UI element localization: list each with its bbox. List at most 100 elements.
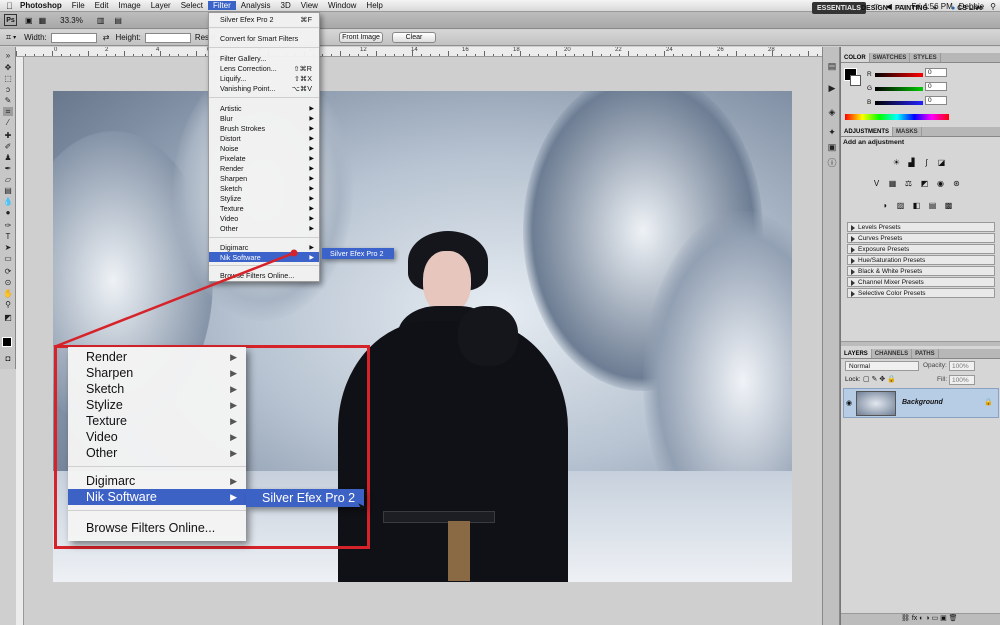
lens-correction-item[interactable]: Lens Correction... ⇧⌘R	[209, 63, 319, 73]
3d-rotate-tool-icon[interactable]: ⟳	[3, 267, 13, 276]
tab-swatches[interactable]: SWATCHES	[870, 53, 911, 62]
preset-hue-saturation[interactable]: Hue/Saturation Presets	[847, 255, 995, 265]
marquee-tool-icon[interactable]: ⬚	[3, 74, 13, 83]
type-tool-icon[interactable]: T	[3, 232, 13, 241]
layer-name[interactable]: Background	[902, 399, 943, 406]
zoom-item-other[interactable]: Other ▶	[68, 445, 246, 461]
eraser-tool-icon[interactable]: ▱	[3, 175, 13, 184]
hand-tool-icon[interactable]: ✋	[3, 289, 13, 298]
tab-color[interactable]: COLOR	[841, 53, 870, 62]
screen-mode-icon[interactable]: ▤	[114, 16, 122, 25]
exposure-icon[interactable]: ◪	[936, 157, 947, 167]
filter-group-distort[interactable]: Distort ▶	[209, 133, 319, 143]
filter-group-blur[interactable]: Blur ▶	[209, 113, 319, 123]
gradient-map-icon[interactable]: ▤	[927, 200, 938, 210]
vibrance-icon[interactable]: V	[871, 178, 882, 188]
brightness-contrast-icon[interactable]: ☀	[891, 157, 902, 167]
tool-preset-arrow[interactable]: ▾	[13, 34, 16, 41]
threshold-icon[interactable]: ◧	[911, 200, 922, 210]
clone-source-icon[interactable]: ▣	[827, 142, 837, 152]
history-panel-icon[interactable]: ▤	[827, 61, 837, 71]
filter-group-sharpen[interactable]: Sharpen ▶	[209, 173, 319, 183]
quick-mask-icon[interactable]: ◘	[3, 354, 13, 363]
eyedropper-tool-icon[interactable]: ⁄	[3, 118, 13, 127]
move-tool-icon[interactable]: ✥	[3, 63, 13, 72]
menu-3d[interactable]: 3D	[276, 1, 296, 10]
menu-window[interactable]: Window	[323, 1, 361, 10]
zoom-item-video[interactable]: Video ▶	[68, 429, 246, 445]
preset-exposure[interactable]: Exposure Presets	[847, 244, 995, 254]
menu-view[interactable]: View	[296, 1, 323, 10]
filter-group-brush-strokes[interactable]: Brush Strokes ▶	[209, 123, 319, 133]
bridge-icon[interactable]: ▣	[25, 16, 33, 25]
tab-channels[interactable]: CHANNELS	[872, 349, 913, 358]
swap-icon[interactable]: ⇄	[103, 33, 110, 42]
3d-orbit-tool-icon[interactable]: ⊙	[3, 278, 13, 287]
apple-icon[interactable]: 	[6, 1, 13, 11]
black-white-icon[interactable]: ◩	[919, 178, 930, 188]
preset-levels[interactable]: Levels Presets	[847, 222, 995, 232]
info-panel-icon[interactable]: ⓘ	[827, 157, 837, 168]
shape-tool-icon[interactable]: ▭	[3, 254, 13, 263]
panel-collapse-icon[interactable]: »	[3, 51, 13, 60]
opacity-field[interactable]: 100%	[949, 361, 975, 371]
crop-tool-icon[interactable]: ⌗	[6, 32, 11, 43]
menu-layer[interactable]: Layer	[146, 1, 176, 10]
zoom-item-browse-filters[interactable]: Browse Filters Online...	[68, 520, 246, 536]
posterize-icon[interactable]: ▨	[895, 200, 906, 210]
actions-panel-icon[interactable]: ▶	[827, 83, 837, 93]
menu-analysis[interactable]: Analysis	[236, 1, 276, 10]
workspace-more[interactable]: »	[928, 2, 942, 14]
red-value-field[interactable]: 0	[925, 68, 947, 77]
layer-row-background[interactable]: ◉ Background 🔒	[843, 388, 999, 418]
mini-bridge-icon[interactable]: ▦	[39, 16, 47, 25]
tab-styles[interactable]: STYLES	[910, 53, 941, 62]
zoom-silver-efex-pro-item[interactable]: Silver Efex Pro 2	[246, 489, 364, 507]
filter-group-sketch[interactable]: Sketch ▶	[209, 183, 319, 193]
silver-efex-pro-submenu-item[interactable]: Silver Efex Pro 2	[322, 248, 394, 259]
last-filter-item[interactable]: Silver Efex Pro 2 ⌘F	[209, 14, 319, 24]
quick-select-tool-icon[interactable]: ✎	[3, 96, 13, 105]
background-color-swatch[interactable]	[850, 75, 861, 86]
zoom-level[interactable]: 33.3%	[60, 16, 83, 25]
preset-channel-mixer[interactable]: Channel Mixer Presets	[847, 277, 995, 287]
brush-tool-icon[interactable]: ✐	[3, 142, 13, 151]
curves-icon[interactable]: ∫	[921, 157, 932, 167]
history-brush-tool-icon[interactable]: ✒	[3, 164, 13, 173]
default-colors-icon[interactable]: ◩	[3, 313, 13, 322]
workspace-painting[interactable]: PAINTING	[890, 2, 933, 14]
visibility-eye-icon[interactable]: ◉	[846, 399, 852, 407]
filter-group-noise[interactable]: Noise ▶	[209, 143, 319, 153]
crop-tool-icon[interactable]: ⌗	[3, 107, 13, 116]
menu-filter[interactable]: Filter	[207, 1, 236, 10]
color-balance-icon[interactable]: ⚖	[903, 178, 914, 188]
zoom-tool-icon[interactable]: ⚲	[3, 300, 13, 309]
menu-file[interactable]: File	[67, 1, 90, 10]
channel-mixer-icon[interactable]: ⊛	[951, 178, 962, 188]
red-slider[interactable]	[875, 73, 923, 77]
filter-gallery-item[interactable]: Filter Gallery...	[209, 53, 319, 63]
tool-presets-icon[interactable]: ✦	[827, 127, 837, 137]
color-ramp[interactable]	[845, 114, 949, 120]
convert-smart-filters-item[interactable]: Convert for Smart Filters	[209, 33, 319, 43]
menu-edit[interactable]: Edit	[90, 1, 114, 10]
fill-field[interactable]: 100%	[949, 375, 975, 385]
filter-group-texture[interactable]: Texture ▶	[209, 203, 319, 213]
workspace-design[interactable]: DESIGN	[856, 2, 893, 14]
zoom-item-nik-software[interactable]: Nik Software ▶	[68, 489, 246, 505]
zoom-item-sharpen[interactable]: Sharpen ▶	[68, 365, 246, 381]
menu-image[interactable]: Image	[113, 1, 145, 10]
blur-tool-icon[interactable]: 💧	[3, 197, 13, 206]
menu-help[interactable]: Help	[361, 1, 387, 10]
height-field[interactable]	[144, 32, 191, 43]
filter-group-artistic[interactable]: Artistic ▶	[209, 103, 319, 113]
foreground-color-swatch[interactable]	[2, 337, 12, 347]
width-field[interactable]	[50, 32, 97, 43]
tab-layers[interactable]: LAYERS	[841, 349, 872, 358]
front-image-button[interactable]: Front Image	[339, 32, 383, 43]
lasso-tool-icon[interactable]: ↄ	[3, 85, 13, 94]
gradient-tool-icon[interactable]: ▤	[3, 186, 13, 195]
menu-select[interactable]: Select	[176, 1, 208, 10]
filter-group-other[interactable]: Other ▶	[209, 223, 319, 233]
tab-adjustments[interactable]: ADJUSTMENTS	[841, 127, 894, 136]
